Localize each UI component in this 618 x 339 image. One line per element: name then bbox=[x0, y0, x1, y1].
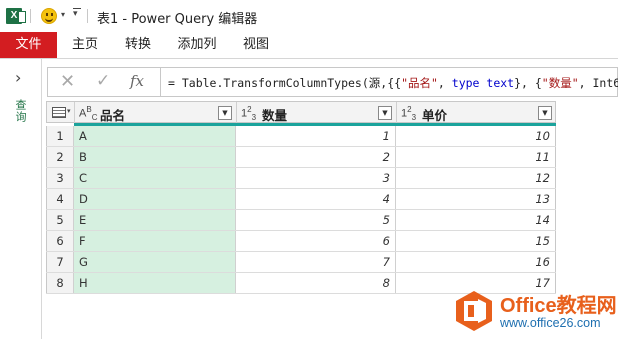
row-number[interactable]: 3 bbox=[46, 168, 74, 188]
cell-price[interactable]: 13 bbox=[396, 189, 556, 209]
table-row[interactable]: 2 B 2 11 bbox=[46, 147, 556, 168]
checkmark-icon[interactable]: ✓ bbox=[96, 71, 110, 91]
cell-quantity[interactable]: 2 bbox=[236, 147, 396, 167]
cell-name[interactable]: F bbox=[74, 231, 236, 251]
table-icon bbox=[52, 107, 66, 118]
cell-name[interactable]: E bbox=[74, 210, 236, 230]
table-row[interactable]: 5 E 5 14 bbox=[46, 210, 556, 231]
formula-keyword: type text bbox=[451, 76, 515, 90]
office-logo-icon bbox=[456, 291, 492, 331]
formula-text-part: }, { bbox=[514, 76, 542, 90]
column-header-quantity[interactable]: 123 数量 ▼ bbox=[237, 102, 397, 124]
formula-text-part: , Int64. bbox=[578, 76, 618, 90]
cell-name[interactable]: H bbox=[74, 273, 236, 293]
tab-home[interactable]: 主页 bbox=[60, 32, 110, 58]
row-number[interactable]: 4 bbox=[46, 189, 74, 209]
filter-dropdown-icon[interactable]: ▼ bbox=[218, 106, 232, 120]
cell-quantity[interactable]: 7 bbox=[236, 252, 396, 272]
formula-divider bbox=[160, 68, 161, 96]
cell-quantity[interactable]: 8 bbox=[236, 273, 396, 293]
filter-dropdown-icon[interactable]: ▼ bbox=[378, 106, 392, 120]
watermark: Office教程网 www.office26.com bbox=[452, 287, 618, 339]
row-number[interactable]: 5 bbox=[46, 210, 74, 230]
watermark-url: www.office26.com bbox=[500, 316, 601, 330]
integer-type-icon[interactable]: 123 bbox=[241, 105, 256, 122]
table-row[interactable]: 7 G 7 16 bbox=[46, 252, 556, 273]
cell-price[interactable]: 12 bbox=[396, 168, 556, 188]
table-row[interactable]: 4 D 4 13 bbox=[46, 189, 556, 210]
table-row[interactable]: 3 C 3 12 bbox=[46, 168, 556, 189]
formula-bar: ✕ ✓ fx = Table.TransformColumnTypes(源,{{… bbox=[47, 67, 618, 97]
integer-type-icon[interactable]: 123 bbox=[401, 105, 416, 122]
queries-pane: › 查询 bbox=[0, 59, 42, 339]
column-title: 数量 bbox=[262, 108, 288, 123]
excel-icon[interactable]: X bbox=[6, 8, 26, 24]
column-title: 单价 bbox=[422, 108, 448, 123]
cell-price[interactable]: 11 bbox=[396, 147, 556, 167]
cell-name[interactable]: A bbox=[74, 126, 236, 146]
expand-pane-icon[interactable]: › bbox=[15, 70, 25, 86]
cell-quantity[interactable]: 6 bbox=[236, 231, 396, 251]
cell-quantity[interactable]: 3 bbox=[236, 168, 396, 188]
toolbar-divider bbox=[30, 9, 31, 23]
text-type-icon[interactable]: ABC bbox=[79, 105, 97, 122]
tab-file[interactable]: 文件 bbox=[0, 32, 57, 58]
watermark-brand: Office教程网 bbox=[500, 295, 617, 317]
cell-quantity[interactable]: 1 bbox=[236, 126, 396, 146]
chevron-down-icon[interactable]: ▾ bbox=[61, 10, 65, 19]
column-header-price[interactable]: 123 单价 ▼ bbox=[397, 102, 556, 124]
smiley-feedback-icon[interactable] bbox=[41, 8, 57, 24]
cell-name[interactable]: G bbox=[74, 252, 236, 272]
column-header-row: ▾ ABC 品名 ▼ 123 数量 ▼ 123 单价 ▼ bbox=[46, 101, 556, 124]
title-bar: X ▾ ▾ 表1 - Power Query 编辑器 bbox=[0, 0, 618, 32]
cell-name[interactable]: C bbox=[74, 168, 236, 188]
formula-string: "数量" bbox=[541, 76, 579, 90]
ribbon-tabs: 文件 主页 转换 添加列 视图 bbox=[0, 32, 618, 58]
table-menu-button[interactable]: ▾ bbox=[47, 102, 75, 124]
table-row[interactable]: 6 F 6 15 bbox=[46, 231, 556, 252]
window-title: 表1 - Power Query 编辑器 bbox=[97, 12, 258, 27]
formula-text-part: = Table.TransformColumnTypes(源,{{ bbox=[168, 76, 402, 90]
tab-transform[interactable]: 转换 bbox=[114, 32, 162, 58]
cell-quantity[interactable]: 5 bbox=[236, 210, 396, 230]
tab-add-column[interactable]: 添加列 bbox=[167, 32, 227, 58]
formula-text-part: , bbox=[437, 76, 452, 90]
cell-price[interactable]: 15 bbox=[396, 231, 556, 251]
cancel-icon[interactable]: ✕ bbox=[60, 71, 75, 92]
cell-name[interactable]: D bbox=[74, 189, 236, 209]
cell-quantity[interactable]: 4 bbox=[236, 189, 396, 209]
row-number[interactable]: 8 bbox=[46, 273, 74, 293]
customize-toolbar-icon[interactable]: ▾ bbox=[73, 8, 81, 19]
column-title: 品名 bbox=[100, 108, 126, 123]
row-number[interactable]: 2 bbox=[46, 147, 74, 167]
row-number[interactable]: 7 bbox=[46, 252, 74, 272]
ribbon-divider bbox=[0, 58, 618, 59]
formula-string: "品名" bbox=[401, 76, 438, 90]
function-icon[interactable]: fx bbox=[130, 72, 144, 90]
chevron-down-icon: ▾ bbox=[67, 107, 71, 115]
cell-price[interactable]: 14 bbox=[396, 210, 556, 230]
tab-view[interactable]: 视图 bbox=[232, 32, 280, 58]
cell-price[interactable]: 10 bbox=[396, 126, 556, 146]
formula-input[interactable]: = Table.TransformColumnTypes(源,{{"品名", t… bbox=[168, 75, 618, 91]
cell-name[interactable]: B bbox=[74, 147, 236, 167]
column-header-name[interactable]: ABC 品名 ▼ bbox=[75, 102, 237, 124]
filter-dropdown-icon[interactable]: ▼ bbox=[538, 106, 552, 120]
table-row[interactable]: 1 A 1 10 bbox=[46, 126, 556, 147]
row-number[interactable]: 1 bbox=[46, 126, 74, 146]
cell-price[interactable]: 16 bbox=[396, 252, 556, 272]
row-number[interactable]: 6 bbox=[46, 231, 74, 251]
toolbar-divider bbox=[87, 9, 88, 23]
queries-pane-label[interactable]: 查询 bbox=[14, 99, 28, 123]
